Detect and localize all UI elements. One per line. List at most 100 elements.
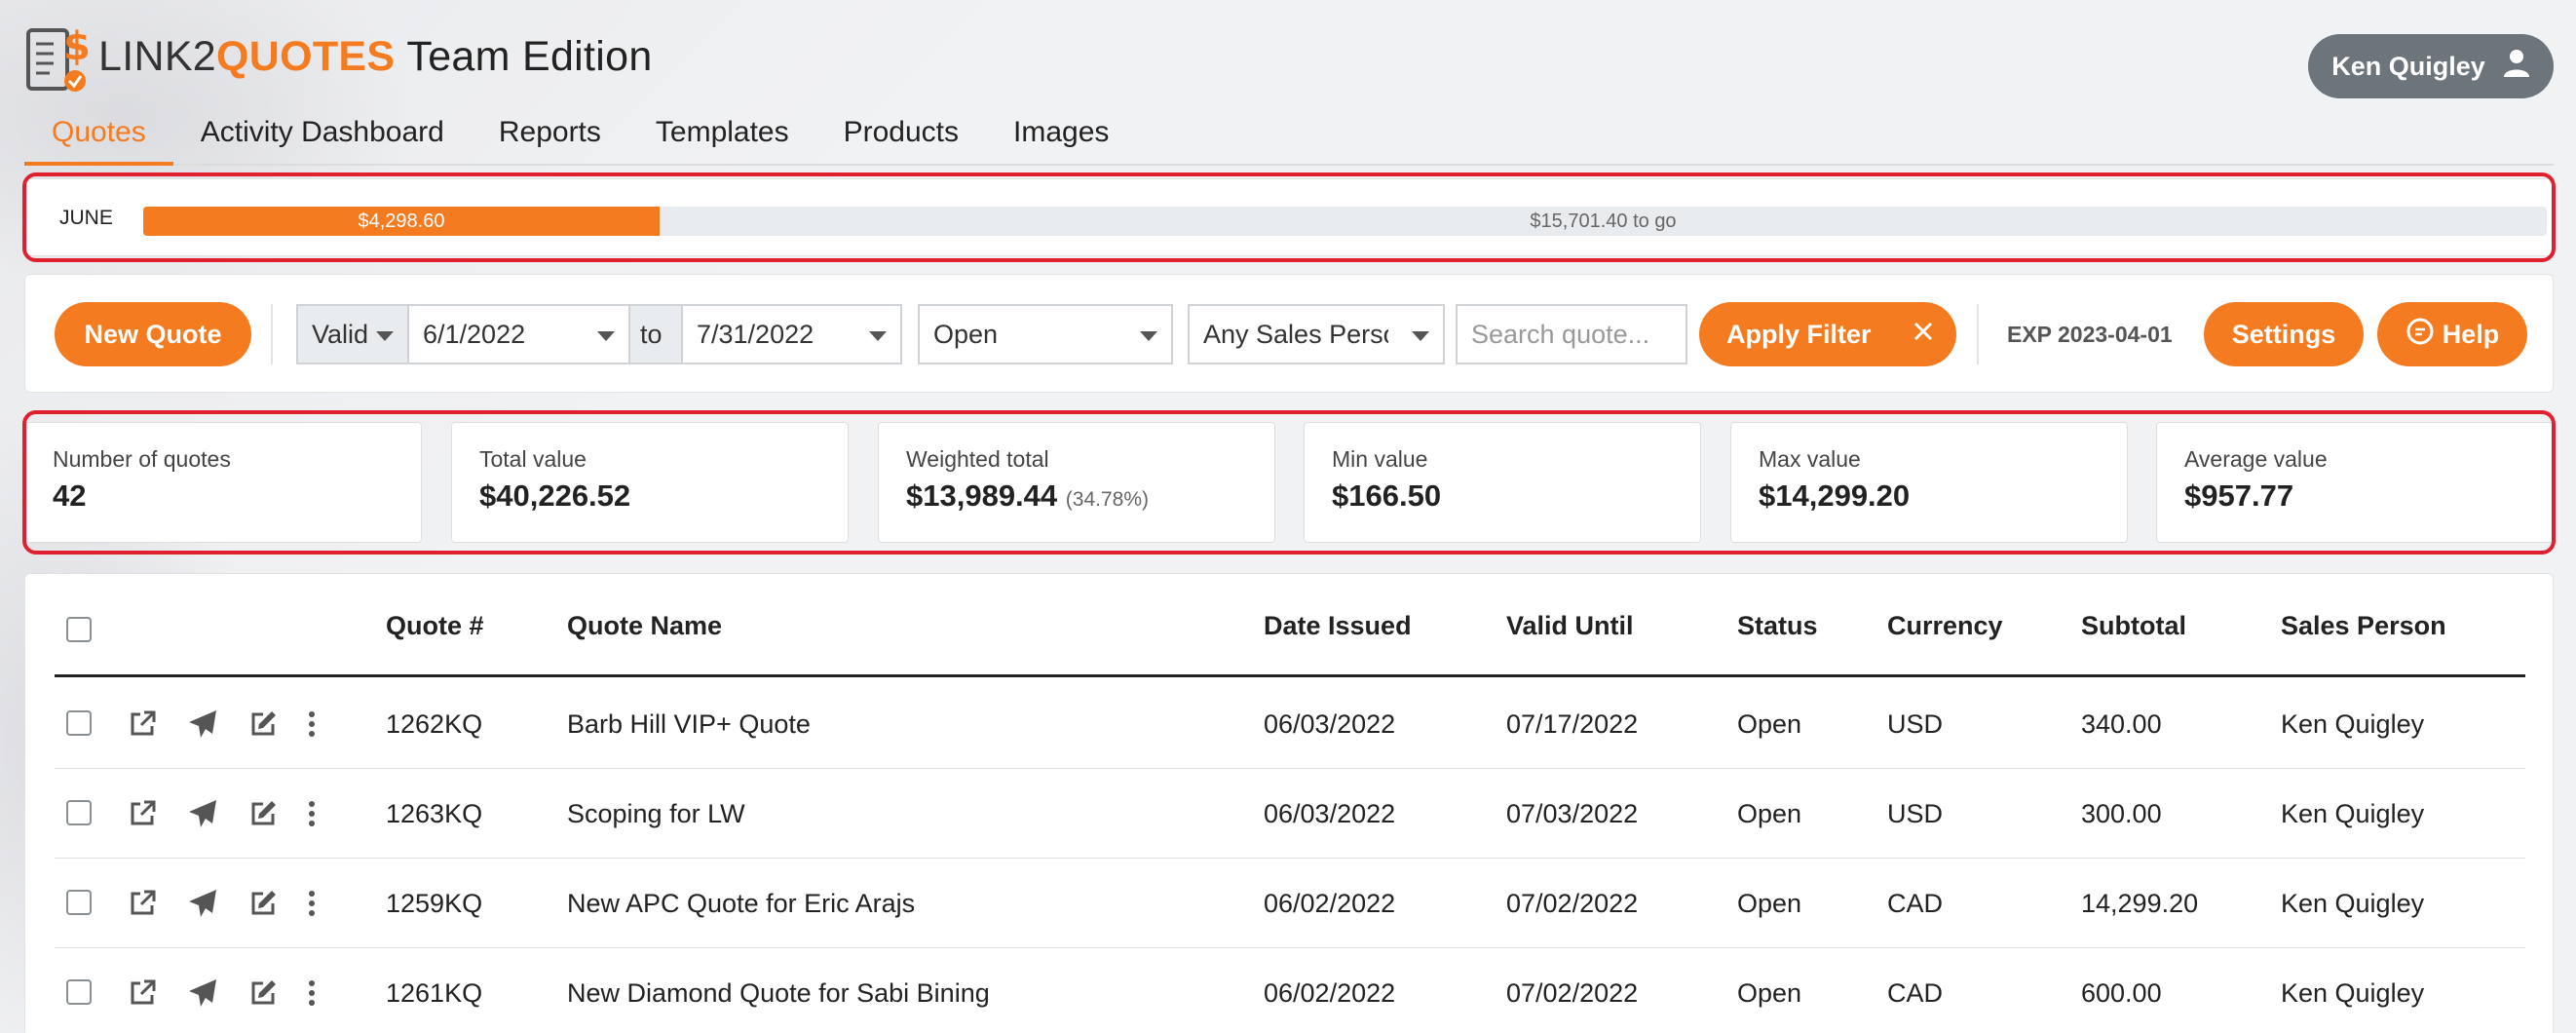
date-to-value: 7/31/2022 [697, 319, 814, 349]
cell-currency: CAD [1887, 978, 1944, 1008]
apply-filter-button[interactable]: Apply Filter [1699, 302, 1956, 366]
user-name: Ken Quigley [2331, 51, 2485, 81]
table-row[interactable]: 1259KQ New APC Quote for Eric Arajs 06/0… [55, 859, 2525, 948]
row-checkbox[interactable] [66, 800, 92, 825]
person-icon [2503, 49, 2530, 85]
col-currency[interactable]: Currency [1887, 574, 2003, 677]
edit-icon[interactable] [247, 888, 279, 919]
stat-label: Max value [1759, 446, 1861, 472]
col-date-issued[interactable]: Date Issued [1264, 574, 1412, 677]
chevron-down-icon [869, 331, 887, 341]
tab-products[interactable]: Products [816, 109, 986, 166]
cell-valid-until: 07/17/2022 [1506, 709, 1639, 739]
open-external-icon[interactable] [127, 798, 158, 829]
table-row[interactable]: 1262KQ Barb Hill VIP+ Quote 06/03/2022 0… [55, 679, 2525, 769]
status-value: Open [933, 319, 999, 349]
main-tabs: Quotes Activity Dashboard Reports Templa… [24, 109, 2554, 166]
stat-label: Total value [479, 446, 587, 472]
row-checkbox[interactable] [66, 979, 92, 1005]
stat-percent: (34.78%) [1065, 488, 1149, 511]
col-sales-person[interactable]: Sales Person [2281, 574, 2446, 677]
edit-icon[interactable] [247, 798, 279, 829]
select-all-checkbox[interactable] [66, 617, 92, 642]
send-icon[interactable] [187, 798, 218, 829]
col-subtotal[interactable]: Subtotal [2081, 574, 2186, 677]
more-vertical-icon[interactable] [304, 708, 335, 740]
stat-value: 42 [53, 478, 87, 513]
table-row[interactable]: 1263KQ Scoping for LW 06/03/2022 07/03/2… [55, 769, 2525, 859]
cell-subtotal: 300.00 [2081, 799, 2162, 828]
cell-currency: USD [1887, 709, 1944, 739]
svg-text:$: $ [63, 24, 89, 69]
chevron-down-icon [1412, 331, 1429, 341]
cell-date-issued: 06/03/2022 [1264, 709, 1396, 739]
tab-reports[interactable]: Reports [472, 109, 628, 166]
more-vertical-icon[interactable] [304, 977, 335, 1009]
cell-status: Open [1737, 799, 1802, 828]
col-valid-until[interactable]: Valid Until [1506, 574, 1634, 677]
edit-icon[interactable] [247, 708, 279, 740]
sales-person-value: Any Sales Person [1203, 319, 1388, 349]
cell-quote-number: 1262KQ [386, 709, 483, 739]
cell-quote-name[interactable]: New APC Quote for Eric Arajs [567, 859, 915, 948]
tab-activity-dashboard[interactable]: Activity Dashboard [173, 109, 472, 166]
col-status[interactable]: Status [1737, 574, 1818, 677]
cell-currency: USD [1887, 799, 1944, 828]
table-header: Quote # Quote Name Date Issued Valid Unt… [55, 574, 2525, 677]
sales-person-select[interactable]: Any Sales Person [1188, 304, 1445, 364]
toolbar-divider [1977, 304, 1979, 364]
cell-quote-name[interactable]: Scoping for LW [567, 769, 745, 859]
search-input[interactable]: Search quote... [1456, 304, 1687, 364]
stat-value: $13,989.44 [906, 478, 1058, 513]
cell-quote-number: 1261KQ [386, 978, 483, 1008]
progress-remaining: $15,701.40 to go [1530, 210, 1677, 232]
cell-quote-name[interactable]: Barb Hill VIP+ Quote [567, 679, 811, 769]
date-to-input[interactable]: 7/31/2022 [681, 304, 902, 364]
stat-value: $166.50 [1332, 478, 1442, 513]
col-quote-name[interactable]: Quote Name [567, 574, 722, 677]
tab-quotes[interactable]: Quotes [24, 109, 173, 166]
send-icon[interactable] [187, 708, 218, 740]
date-field-select[interactable]: Valid [296, 304, 409, 364]
chevron-down-icon [597, 331, 615, 341]
send-icon[interactable] [187, 977, 218, 1009]
status-select[interactable]: Open [918, 304, 1173, 364]
stat-label: Number of quotes [53, 446, 231, 472]
stat-total-value: Total value $40,226.52 [451, 422, 849, 543]
cell-sales-person: Ken Quigley [2281, 709, 2425, 739]
brand-part-1: LINK2 [98, 32, 217, 80]
edit-icon[interactable] [247, 977, 279, 1009]
cell-sales-person: Ken Quigley [2281, 889, 2425, 918]
open-external-icon[interactable] [127, 977, 158, 1009]
cell-status: Open [1737, 978, 1802, 1008]
settings-button[interactable]: Settings [2204, 302, 2364, 366]
stat-value: $957.77 [2184, 478, 2294, 513]
stat-value: $14,299.20 [1759, 478, 1911, 513]
stat-average-value: Average value $957.77 [2156, 422, 2554, 543]
row-checkbox[interactable] [66, 890, 92, 915]
filter-toolbar: New Quote Valid 6/1/2022 to 7/31/2022 Op… [24, 274, 2554, 393]
quotes-table: Quote # Quote Name Date Issued Valid Unt… [24, 573, 2554, 1033]
close-icon[interactable] [1912, 320, 1935, 350]
cell-quote-name[interactable]: New Diamond Quote for Sabi Bining [567, 948, 990, 1033]
row-checkbox[interactable] [66, 710, 92, 736]
progress-achieved: $4,298.60 [143, 207, 660, 236]
date-from-value: 6/1/2022 [423, 319, 526, 349]
more-vertical-icon[interactable] [304, 888, 335, 919]
send-icon[interactable] [187, 888, 218, 919]
tab-images[interactable]: Images [986, 109, 1136, 166]
new-quote-button[interactable]: New Quote [55, 302, 251, 366]
date-from-input[interactable]: 6/1/2022 [407, 304, 630, 364]
cell-sales-person: Ken Quigley [2281, 978, 2425, 1008]
user-menu-button[interactable]: Ken Quigley [2308, 34, 2554, 98]
app-header: $ LINK2QUOTES Team Edition [24, 24, 999, 92]
more-vertical-icon[interactable] [304, 798, 335, 829]
table-row[interactable]: 1261KQ New Diamond Quote for Sabi Bining… [55, 948, 2525, 1033]
to-label: to [628, 304, 683, 364]
help-button[interactable]: Help [2377, 302, 2527, 366]
tab-templates[interactable]: Templates [628, 109, 816, 166]
open-external-icon[interactable] [127, 888, 158, 919]
open-external-icon[interactable] [127, 708, 158, 740]
col-quote-number[interactable]: Quote # [386, 574, 484, 677]
target-progress-bar: $4,298.60 $15,701.40 to go [143, 207, 2547, 236]
